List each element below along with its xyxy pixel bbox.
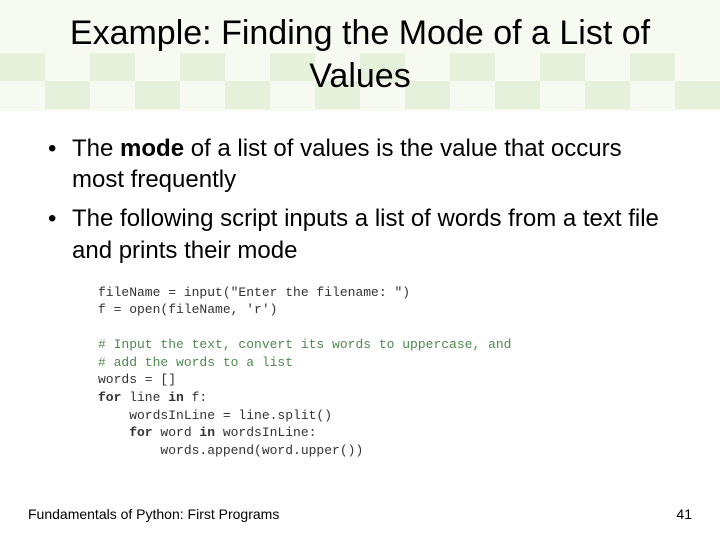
code-keyword: for (98, 390, 121, 405)
code-keyword: in (199, 425, 215, 440)
slide-footer: Fundamentals of Python: First Programs 4… (0, 506, 720, 522)
code-line: words = [] (98, 372, 176, 387)
code-block: fileName = input("Enter the filename: ")… (90, 278, 650, 469)
page-number: 41 (676, 506, 692, 522)
code-keyword: in (168, 390, 184, 405)
slide-title: Example: Finding the Mode of a List of V… (20, 8, 700, 101)
code-line: f: (184, 390, 207, 405)
footer-left: Fundamentals of Python: First Programs (28, 506, 279, 522)
bullet-text-bold: mode (120, 135, 184, 162)
list-item: The mode of a list of values is the valu… (44, 133, 676, 195)
bullet-text-pre: The following script inputs a list of wo… (72, 205, 659, 263)
bullet-text-pre: The (72, 135, 120, 162)
bullet-list: The mode of a list of values is the valu… (44, 133, 676, 266)
slide-body: The mode of a list of values is the valu… (0, 111, 720, 469)
code-line: words.append(word.upper()) (98, 443, 363, 458)
code-line: wordsInLine = line.split() (98, 408, 332, 423)
code-line: line (121, 390, 168, 405)
code-content: fileName = input("Enter the filename: ")… (98, 284, 642, 459)
list-item: The following script inputs a list of wo… (44, 203, 676, 265)
code-line: fileName = input("Enter the filename: ") (98, 285, 410, 300)
code-line: wordsInLine: (215, 425, 316, 440)
code-line: word (153, 425, 200, 440)
code-keyword: for (98, 425, 153, 440)
code-comment: # Input the text, convert its words to u… (98, 337, 511, 352)
slide-header: Example: Finding the Mode of a List of V… (0, 0, 720, 111)
code-line: f = open(fileName, 'r') (98, 302, 277, 317)
code-comment: # add the words to a list (98, 355, 293, 370)
